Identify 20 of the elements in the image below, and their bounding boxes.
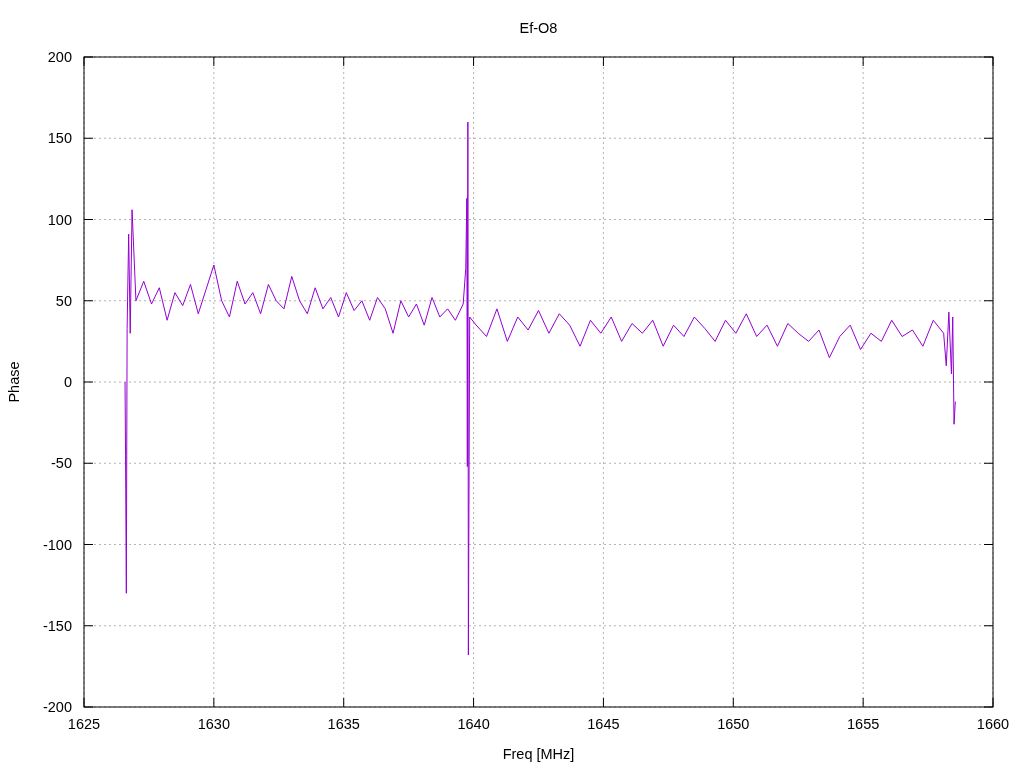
y-tick-label: -50 <box>51 455 72 472</box>
y-axis-title: Phase <box>6 361 22 403</box>
x-tick-label: 1655 <box>847 716 880 732</box>
x-tick-label: 1645 <box>587 716 620 732</box>
x-axis-title: Freq [MHz] <box>502 746 575 762</box>
x-tick-label: 1640 <box>457 716 490 732</box>
x-tick-label: 1630 <box>197 716 230 732</box>
chart-title: Ef-O8 <box>519 20 558 36</box>
y-tick-label: -100 <box>42 536 72 553</box>
y-tick-label: 50 <box>55 292 72 309</box>
x-tick-label: 1660 <box>976 716 1010 732</box>
y-tick-label: -200 <box>42 699 72 715</box>
y-tick-label: 0 <box>63 374 72 390</box>
x-tick-label: 1625 <box>67 716 101 732</box>
y-tick-label: 150 <box>47 130 72 147</box>
x-tick-label: 1650 <box>717 716 750 732</box>
x-tick-label: 1635 <box>327 716 360 732</box>
y-tick-label: 200 <box>47 49 72 65</box>
y-tick-label: -150 <box>42 617 72 634</box>
y-tick-label: 100 <box>47 211 72 228</box>
